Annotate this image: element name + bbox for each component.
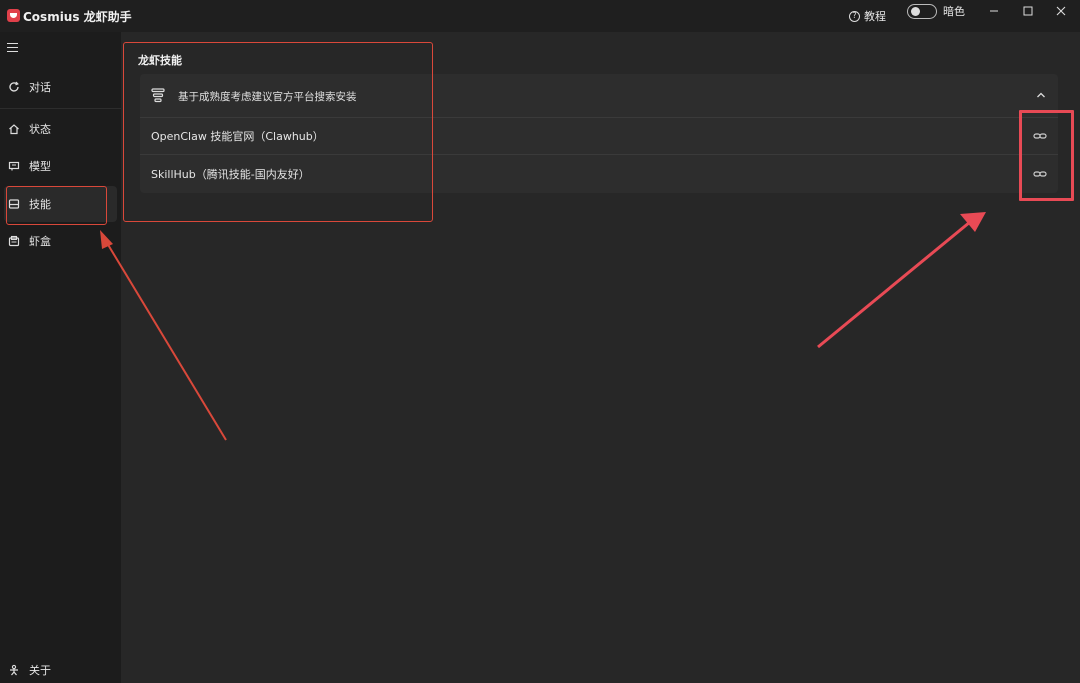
home-icon — [9, 124, 19, 135]
skills-icon — [8, 199, 20, 209]
model-icon — [8, 161, 20, 171]
tutorial-label: 教程 — [864, 10, 886, 23]
close-button[interactable] — [1044, 0, 1078, 22]
list-item-label: SkillHub（腾讯技能-国内友好） — [151, 167, 310, 181]
list-item-label: OpenClaw 技能官网（Clawhub） — [151, 130, 324, 143]
about-icon — [10, 664, 18, 676]
panel-header[interactable]: 基于成熟度考虑建议官方平台搜索安装 — [140, 74, 1058, 118]
menu-toggle-icon[interactable] — [7, 43, 18, 53]
tutorial-button[interactable]: ? 教程 — [849, 0, 886, 32]
sidebar-item-label: 模型 — [29, 160, 51, 173]
sidebar-divider — [0, 108, 121, 109]
sidebar-item-label: 状态 — [29, 123, 51, 136]
toggle-knob — [911, 7, 920, 16]
maximize-icon — [1023, 6, 1033, 16]
list-item-skillhub: SkillHub（腾讯技能-国内友好） — [140, 155, 1058, 192]
link-icon[interactable] — [1033, 131, 1047, 141]
sidebar-item-label: 关于 — [29, 664, 51, 677]
list-item-clawhub: OpenClaw 技能官网（Clawhub） — [140, 118, 1058, 155]
layers-icon — [151, 88, 165, 103]
link-icon[interactable] — [1033, 169, 1047, 179]
help-icon: ? — [849, 10, 860, 22]
sidebar-item-status[interactable]: 状态 — [0, 111, 121, 147]
sidebar-item-about[interactable]: 关于 — [0, 652, 121, 683]
section-title: 龙虾技能 — [138, 54, 182, 67]
sidebar-item-model[interactable]: 模型 — [0, 148, 121, 184]
maximize-button[interactable] — [1011, 0, 1045, 22]
sidebar-item-skills[interactable]: 技能 — [4, 186, 117, 222]
app-title: Cosmius 龙虾助手 — [23, 10, 132, 24]
close-icon — [1056, 6, 1066, 16]
dark-mode-label: 暗色 — [943, 5, 965, 18]
box-icon — [8, 235, 20, 247]
dark-mode-toggle[interactable] — [907, 4, 937, 19]
title-bar: Cosmius 龙虾助手 ? 教程 暗色 — [0, 0, 1080, 32]
minimize-icon — [990, 10, 998, 12]
sidebar-item-chat[interactable]: 对话 — [0, 69, 121, 105]
panel-description: 基于成熟度考虑建议官方平台搜索安装 — [178, 91, 357, 103]
sidebar-item-box[interactable]: 虾盒 — [0, 223, 121, 259]
app-logo-icon — [7, 9, 20, 22]
skills-source-panel: 基于成熟度考虑建议官方平台搜索安装 OpenClaw 技能官网（Clawhub）… — [140, 74, 1058, 193]
sidebar-item-label: 技能 — [29, 198, 51, 211]
refresh-chat-icon — [9, 81, 19, 92]
sidebar-item-label: 虾盒 — [29, 235, 51, 248]
chevron-up-icon[interactable] — [1035, 89, 1047, 101]
minimize-button[interactable] — [977, 0, 1011, 22]
sidebar-item-label: 对话 — [29, 81, 51, 94]
sidebar: 对话 状态 模型 技能 虾盒 关于 — [0, 32, 121, 683]
